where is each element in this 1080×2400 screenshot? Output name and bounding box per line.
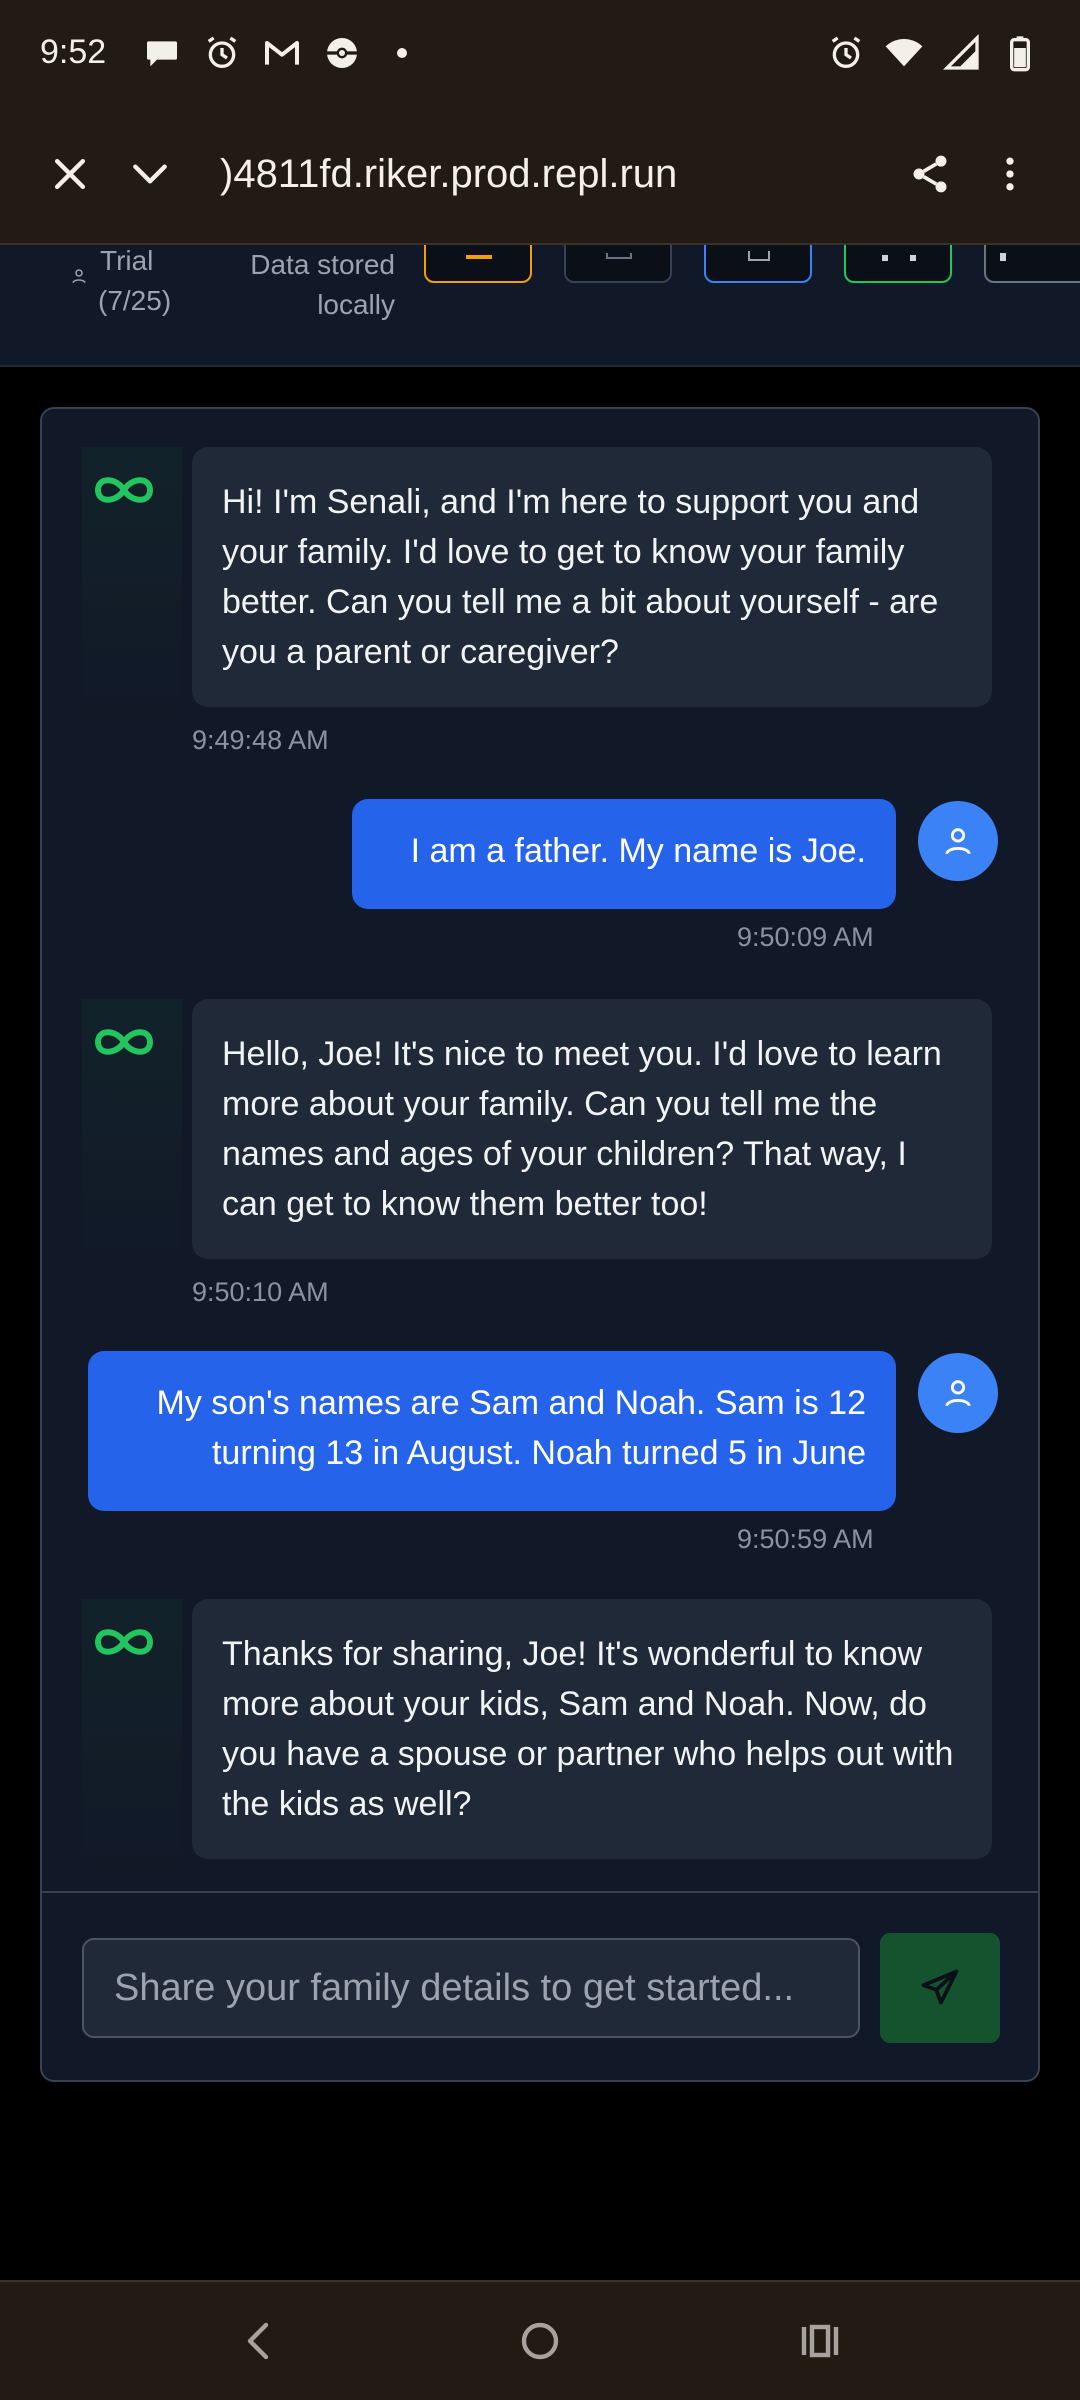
user-bubble: My son's names are Sam and Noah. Sam is … [88,1351,896,1511]
storage-location: locally [317,289,395,320]
battery-icon [1000,33,1040,73]
header-chip-4[interactable] [844,245,952,283]
bot-bubble: Thanks for sharing, Joe! It's wonderful … [192,1599,992,1859]
senali-logo-icon [94,477,154,503]
message-timestamp: 9:50:09 AM [737,922,874,952]
message-list[interactable]: Hi! I'm Senali, and I'm here to support … [42,409,1038,1891]
header-chip-1[interactable] [424,245,532,283]
bot-bubble: Hi! I'm Senali, and I'm here to support … [192,447,992,707]
bot-message: Hi! I'm Senali, and I'm here to support … [42,447,1038,767]
storage-label: Data stored [250,249,395,280]
wifi-icon [884,33,924,73]
more-vert-icon [1006,157,1014,191]
user-message: My son's names are Sam and Noah. Sam is … [42,1351,1038,1571]
recents-button[interactable] [770,2291,870,2391]
message-timestamp: 9:49:48 AM [192,725,329,755]
pokeball-icon [322,33,362,73]
recents-icon [801,2324,839,2358]
send-icon [921,1969,959,2005]
back-icon [247,2322,269,2360]
header-chip-5[interactable] [984,245,1080,283]
status-time: 9:52 [40,33,107,71]
close-tab-button[interactable] [30,134,110,214]
app-header: Trial (7/25) Data stored locally [0,245,1080,367]
send-button[interactable] [880,1933,1000,2043]
back-button[interactable] [210,2291,310,2391]
message-composer [42,1891,1038,2080]
signal-icon [942,33,982,73]
user-bubble: I am a father. My name is Joe. [352,799,896,909]
user-avatar [918,801,998,881]
chat-bubble-icon [142,33,182,73]
senali-logo-icon [94,1629,154,1655]
user-avatar [918,1353,998,1433]
dot-icon [382,33,422,73]
alarm-icon [826,33,866,73]
status-bar: 9:52 [0,0,1080,105]
trial-count: (7/25) [98,285,172,316]
bot-message: Thanks for sharing, Joe! It's wonderful … [42,1599,1038,1891]
gmail-icon [262,33,302,73]
more-options-button[interactable] [970,134,1050,214]
header-chip-3[interactable] [704,245,812,283]
alarm-icon [202,33,242,73]
user-icon [945,1380,971,1407]
system-nav-bar [0,2280,1080,2400]
message-input[interactable] [82,1938,860,2038]
storage-status: Data stored locally [220,245,395,325]
notification-icons [142,33,422,73]
share-icon [913,155,947,193]
bot-bubble: Hello, Joe! It's nice to meet you. I'd l… [192,999,992,1259]
home-button[interactable] [490,2291,590,2391]
system-icons [826,33,1040,73]
chevron-down-icon [133,164,167,184]
share-button[interactable] [890,134,970,214]
chat-panel: Hi! I'm Senali, and I'm here to support … [40,407,1040,2082]
message-timestamp: 9:50:10 AM [192,1277,329,1307]
close-icon [54,158,86,190]
user-message: I am a father. My name is Joe. 9:50:09 A… [42,799,1038,969]
minimize-tab-button[interactable] [110,134,190,214]
home-icon [521,2322,559,2360]
user-icon [945,828,971,855]
browser-toolbar: )4811fd.riker.prod.repl.run [0,105,1080,245]
message-timestamp: 9:50:59 AM [737,1524,874,1554]
url-text[interactable]: )4811fd.riker.prod.repl.run [220,152,890,197]
header-chip-2[interactable] [564,245,672,283]
user-icon [72,269,86,284]
bot-message: Hello, Joe! It's nice to meet you. I'd l… [42,999,1038,1319]
senali-logo-icon [94,1029,154,1055]
